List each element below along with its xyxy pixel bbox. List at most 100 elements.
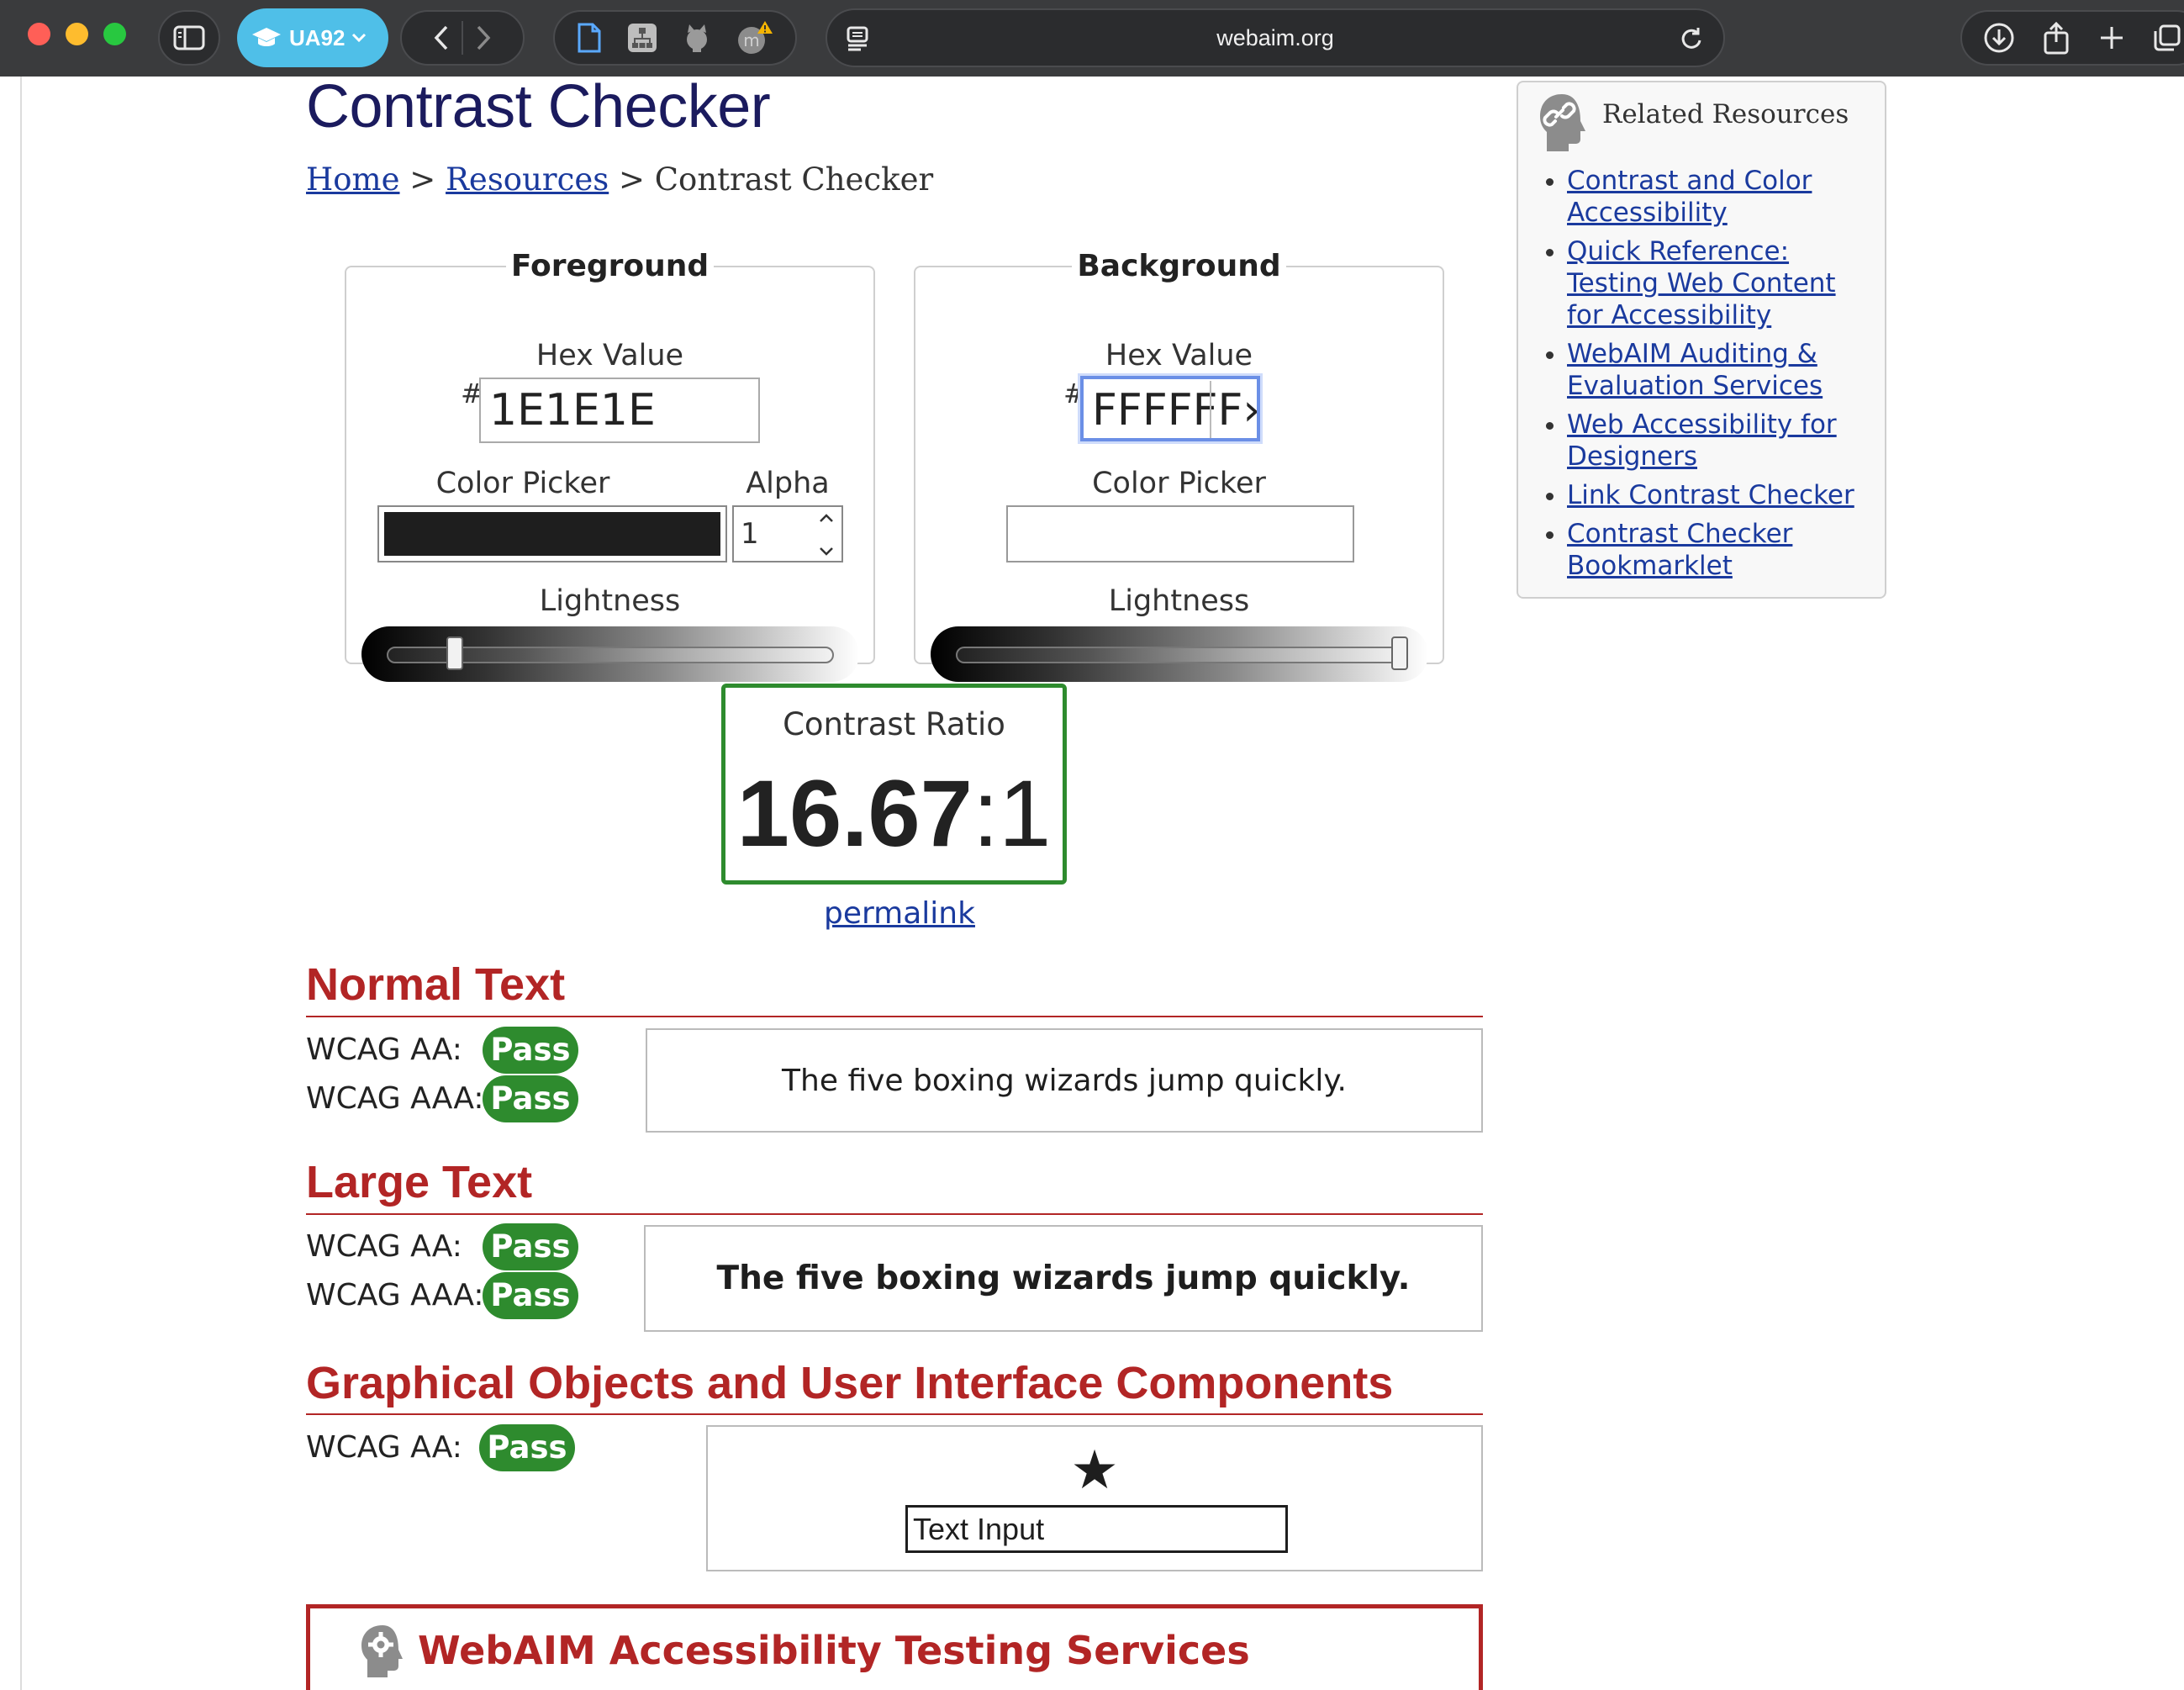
foreground-alpha-value: 1 — [741, 517, 759, 551]
extensions-group: m — [553, 10, 797, 66]
large-text-sample: The five boxing wizards jump quickly. — [644, 1225, 1483, 1332]
sample-text-input[interactable]: Text Input — [905, 1505, 1288, 1553]
graphical-aa-label: WCAG AA: — [306, 1430, 462, 1465]
graduation-cap-icon — [252, 28, 281, 46]
url-text: webaim.org — [1216, 25, 1334, 50]
background-hex-input[interactable]: FFFFFF› — [1080, 376, 1260, 441]
normal-text-sample: The five boxing wizards jump quickly. — [646, 1028, 1483, 1133]
background-color-picker-label: Color Picker — [1092, 467, 1266, 500]
list-item: Contrast and Color Accessibility — [1567, 165, 1880, 229]
breadcrumb-separator: > — [609, 161, 655, 198]
background-color-picker[interactable] — [1006, 505, 1354, 562]
page-edge — [20, 77, 22, 1690]
browser-actions — [1960, 10, 2184, 66]
contrast-ratio-box: Contrast Ratio 16.67:1 — [721, 684, 1067, 885]
close-window-button[interactable] — [28, 23, 50, 45]
zoom-window-button[interactable] — [103, 23, 126, 45]
share-icon[interactable] — [2043, 21, 2070, 55]
foreground-lightness-thumb[interactable] — [446, 636, 463, 670]
minimize-window-button[interactable] — [66, 23, 88, 45]
foreground-legend: Foreground — [510, 249, 710, 283]
profile-tab-group-button[interactable]: UA92 — [237, 8, 388, 67]
reload-icon[interactable] — [1680, 25, 1705, 52]
related-link[interactable]: Quick Reference: Testing Web Content for… — [1567, 236, 1836, 330]
back-arrow-icon[interactable] — [433, 24, 450, 51]
breadcrumb-separator: > — [399, 161, 446, 198]
large-aa-label: WCAG AA: — [306, 1229, 462, 1264]
gear-head-icon — [361, 1625, 403, 1677]
navigation-buttons — [400, 10, 525, 66]
chevron-up-icon[interactable] — [818, 512, 835, 524]
alpha-spinner[interactable] — [815, 512, 838, 557]
background-lightness-label: Lightness — [1108, 584, 1250, 618]
related-link[interactable]: Link Contrast Checker — [1567, 480, 1854, 510]
list-item: Web Accessibility for Designers — [1567, 409, 1880, 473]
background-hex-value: FFFFFF› — [1092, 385, 1260, 436]
address-bar[interactable]: webaim.org — [826, 8, 1725, 67]
chevron-down-icon — [352, 33, 367, 43]
related-resources-list: Contrast and Color Accessibility Quick R… — [1552, 165, 1880, 589]
foreground-color-picker-label: Color Picker — [435, 467, 610, 500]
slider-track — [956, 647, 1403, 663]
sitemap-extension-icon[interactable] — [626, 22, 658, 54]
breadcrumb-current: Contrast Checker — [654, 161, 934, 198]
link-head-icon — [1540, 94, 1585, 151]
profile-label: UA92 — [289, 24, 346, 50]
background-color-swatch — [1013, 512, 1348, 556]
list-item: Contrast Checker Bookmarklet — [1567, 518, 1880, 582]
foreground-lightness-slider[interactable] — [361, 626, 859, 682]
related-link[interactable]: WebAIM Auditing & Evaluation Services — [1567, 339, 1823, 401]
permalink-link[interactable]: permalink — [824, 896, 975, 931]
related-resources-title: Related Resources — [1602, 99, 1849, 129]
list-item: WebAIM Auditing & Evaluation Services — [1567, 338, 1880, 402]
normal-text-divider — [306, 1016, 1483, 1017]
tab-overview-icon[interactable] — [2153, 24, 2181, 52]
foreground-alpha-input[interactable]: 1 — [732, 505, 843, 562]
chevron-down-icon[interactable] — [818, 546, 835, 557]
normal-aaa-pass-badge: Pass — [483, 1075, 578, 1122]
document-icon[interactable] — [577, 22, 602, 54]
background-hex-label: Hex Value — [1105, 339, 1253, 372]
contrast-ratio-suffix: :1 — [972, 761, 1052, 866]
background-panel: Background Hex Value # FFFFFF› Color Pic… — [914, 249, 1444, 682]
normal-text-heading: Normal Text — [306, 959, 566, 1010]
background-legend: Background — [1077, 249, 1281, 283]
github-cat-icon[interactable] — [682, 23, 712, 53]
breadcrumb-resources-link[interactable]: Resources — [446, 161, 609, 198]
graphical-objects-sample: ★ Text Input — [706, 1425, 1483, 1571]
related-link[interactable]: Web Accessibility for Designers — [1567, 409, 1837, 472]
foreground-color-swatch — [384, 512, 720, 556]
large-aaa-pass-badge: Pass — [483, 1272, 578, 1319]
large-aa-pass-badge: Pass — [483, 1223, 578, 1270]
sidebar-icon — [173, 25, 205, 50]
contrast-ratio-value: 16.67:1 — [725, 759, 1063, 868]
graphical-objects-heading: Graphical Objects and User Interface Com… — [306, 1358, 1394, 1408]
background-lightness-slider[interactable] — [931, 626, 1428, 682]
graphical-objects-divider — [306, 1413, 1483, 1415]
related-link[interactable]: Contrast and Color Accessibility — [1567, 166, 1812, 228]
testing-services-banner: WebAIM Accessibility Testing Services — [306, 1604, 1483, 1690]
background-lightness-thumb[interactable] — [1391, 636, 1408, 670]
breadcrumb: Home > Resources > Contrast Checker — [306, 161, 933, 198]
foreground-lightness-label: Lightness — [539, 584, 681, 618]
foreground-color-picker[interactable] — [377, 505, 727, 562]
contrast-ratio-label: Contrast Ratio — [783, 706, 1005, 742]
normal-aa-pass-badge: Pass — [483, 1027, 578, 1074]
svg-text:m: m — [743, 30, 759, 50]
foreground-hex-label: Hex Value — [535, 339, 684, 372]
contrast-ratio-number: 16.67 — [736, 761, 973, 866]
list-item: Link Contrast Checker — [1567, 479, 1880, 511]
browser-toolbar: UA92 m webaim.org — [0, 0, 2184, 77]
m-extension-warning-icon[interactable]: m — [736, 20, 773, 55]
related-resources-panel: Related Resources Contrast and Color Acc… — [1517, 81, 1886, 599]
new-tab-plus-icon[interactable] — [2098, 24, 2125, 51]
foreground-hex-input[interactable]: 1E1E1E — [479, 378, 760, 443]
sidebar-toggle-button[interactable] — [158, 10, 220, 66]
breadcrumb-home-link[interactable]: Home — [306, 161, 400, 198]
forward-arrow-icon[interactable] — [475, 24, 492, 51]
foreground-alpha-label: Alpha — [746, 467, 830, 500]
star-icon: ★ — [1070, 1439, 1119, 1502]
related-link[interactable]: Contrast Checker Bookmarklet — [1567, 519, 1792, 581]
testing-services-title[interactable]: WebAIM Accessibility Testing Services — [418, 1628, 1250, 1673]
download-icon[interactable] — [1983, 22, 2015, 54]
